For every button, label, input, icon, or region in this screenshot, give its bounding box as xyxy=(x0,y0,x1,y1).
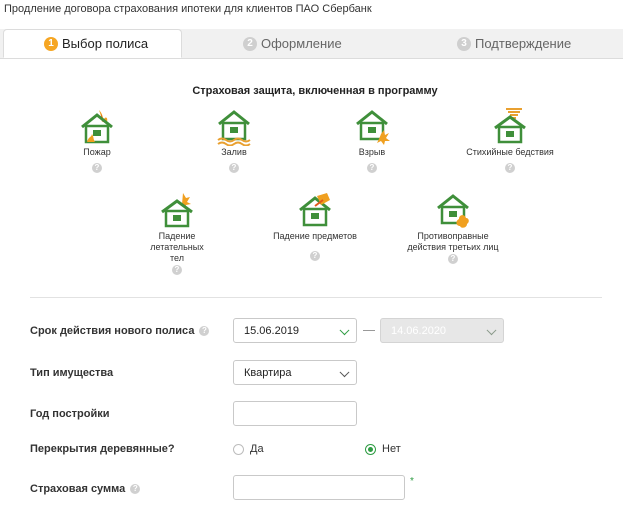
help-icon[interactable]: ? xyxy=(505,163,515,173)
house-vandalism-icon xyxy=(437,194,469,228)
radio-label: Да xyxy=(250,443,264,455)
step-number-badge: 2 xyxy=(243,36,257,51)
risk-vandalism: Противоправные действия третьих лиц ? xyxy=(393,192,513,264)
step-number-badge: 3 xyxy=(457,36,471,51)
risk-label: Падение летательных тел xyxy=(150,231,204,263)
chevron-down-icon xyxy=(339,366,350,377)
help-icon[interactable]: ? xyxy=(172,265,182,275)
house-tornado-icon xyxy=(494,108,526,144)
page-title: Продление договора страхования ипотеки д… xyxy=(4,3,372,15)
section-divider xyxy=(30,297,602,298)
property-type-label: Тип имущества xyxy=(30,367,114,379)
risk-label: Залив xyxy=(221,147,247,157)
risk-label: Противоправные действия третьих лиц xyxy=(407,231,499,252)
chevron-down-icon xyxy=(486,324,497,335)
date-range-dash xyxy=(363,330,375,331)
sum-insured-label: Страховая сумма ? xyxy=(30,483,141,495)
house-falling-aircraft-icon xyxy=(161,193,193,228)
help-icon[interactable]: ? xyxy=(92,163,102,173)
radio-yes[interactable]: Да xyxy=(233,443,264,455)
radio-label: Нет xyxy=(382,443,401,455)
risk-natural-disasters: Стихийные бедствия ? xyxy=(450,108,570,173)
tab-registration[interactable]: 2 Оформление xyxy=(243,29,342,58)
radio-circle[interactable] xyxy=(365,443,376,455)
wooden-floors-label: Перекрытия деревянные? xyxy=(30,443,175,455)
date-to-value: 14.06.2020 xyxy=(391,324,447,337)
step-number-badge: 1 xyxy=(44,36,58,51)
help-icon[interactable]: ? xyxy=(199,326,210,336)
house-explosion-icon xyxy=(356,110,390,145)
help-icon[interactable]: ? xyxy=(367,163,377,173)
build-year-label: Год постройки xyxy=(30,408,110,420)
tab-policy-choice[interactable]: 1 Выбор полиса xyxy=(3,29,182,58)
tab-label: Подтверждение xyxy=(475,36,572,51)
risk-fire: Пожар ? xyxy=(37,108,157,173)
tab-confirmation[interactable]: 3 Подтверждение xyxy=(457,29,571,58)
tab-label: Выбор полиса xyxy=(62,36,149,51)
required-mark: * xyxy=(410,476,414,487)
risk-label: Пожар xyxy=(83,147,111,157)
help-icon[interactable]: ? xyxy=(448,254,458,264)
help-icon[interactable]: ? xyxy=(130,484,141,494)
radio-no[interactable]: Нет xyxy=(365,443,401,455)
date-from-value: 15.06.2019 xyxy=(244,324,300,337)
steps-tabs: 1 Выбор полиса 2 Оформление 3 Подтвержде… xyxy=(0,29,623,59)
risk-falling-objects: Падение предметов ? xyxy=(255,192,375,261)
build-year-input[interactable] xyxy=(233,401,357,426)
help-icon[interactable]: ? xyxy=(229,163,239,173)
risk-falling-aircraft: Падение летательных тел ? xyxy=(117,192,237,275)
risk-explosion: Взрыв ? xyxy=(312,108,432,173)
property-type-value: Квартира xyxy=(244,366,292,379)
validity-label: Срок действия нового полиса ? xyxy=(30,325,210,337)
coverage-title: Страховая защита, включенная в программу xyxy=(192,85,438,97)
risk-label: Взрыв xyxy=(358,147,386,157)
risk-label: Падение предметов xyxy=(273,231,357,241)
help-icon[interactable]: ? xyxy=(310,251,320,261)
date-from-select[interactable]: 15.06.2019 xyxy=(233,318,357,343)
house-flood-icon xyxy=(217,110,251,146)
risk-label: Стихийные бедствия xyxy=(466,147,554,157)
radio-circle[interactable] xyxy=(233,443,244,455)
property-type-select[interactable]: Квартира xyxy=(233,360,357,385)
policy-panel: Страховая защита, включенная в программу… xyxy=(22,59,602,505)
sum-insured-input[interactable] xyxy=(233,475,405,500)
chevron-down-icon xyxy=(339,324,350,335)
house-falling-objects-icon xyxy=(299,193,331,227)
house-fire-icon xyxy=(81,110,113,144)
risk-flood: Залив ? xyxy=(174,108,294,173)
tab-label: Оформление xyxy=(261,36,342,51)
date-to-select: 14.06.2020 xyxy=(380,318,504,343)
